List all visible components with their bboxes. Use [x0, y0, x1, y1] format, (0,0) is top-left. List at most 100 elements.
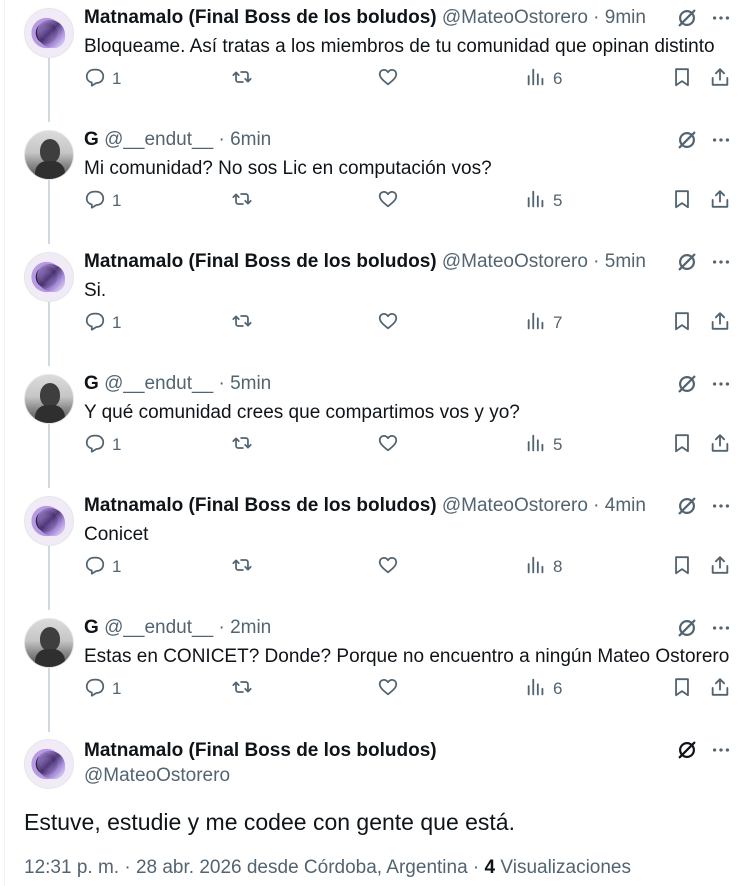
reply-icon [84, 432, 106, 459]
views-button[interactable]: 8 [525, 555, 562, 579]
grok-icon[interactable] [676, 739, 698, 761]
timestamp[interactable]: 9min [605, 7, 646, 28]
timestamp-and-location[interactable]: 12:31 p. m. · 28 abr. 2026 desde Córdoba… [24, 857, 485, 878]
timestamp[interactable]: 2min [230, 617, 271, 638]
focal-tweet[interactable]: Matnamalo (Final Boss de los boludos) @M… [0, 732, 752, 886]
avatar[interactable] [24, 739, 74, 789]
tweet-actions: 1 7 [84, 311, 736, 335]
retweet-button[interactable] [231, 555, 259, 579]
timestamp[interactable]: 4min [605, 495, 646, 516]
tweet[interactable]: Matnamalo (Final Boss de los boludos) @M… [0, 488, 752, 610]
reply-button[interactable]: 1 [84, 67, 121, 91]
author-name[interactable]: Matnamalo (Final Boss de los boludos) [84, 495, 437, 516]
retweet-button[interactable] [231, 189, 259, 213]
heart-icon [377, 554, 399, 581]
more-icon[interactable] [710, 739, 732, 761]
grok-icon[interactable] [676, 373, 698, 395]
views-button[interactable]: 6 [525, 677, 562, 701]
more-icon[interactable] [710, 251, 732, 273]
grok-icon[interactable] [676, 251, 698, 273]
like-button[interactable] [377, 67, 405, 91]
author-handle[interactable]: @MateoOstorero [84, 765, 230, 787]
separator: · [218, 617, 225, 638]
grok-icon[interactable] [676, 495, 698, 517]
bookmark-icon [671, 554, 693, 581]
reply-icon [84, 554, 106, 581]
more-icon[interactable] [710, 495, 732, 517]
share-button[interactable] [709, 189, 731, 213]
retweet-button[interactable] [231, 677, 259, 701]
bookmark-button[interactable] [671, 433, 693, 457]
bookmark-button[interactable] [671, 677, 693, 701]
author-name[interactable]: G [84, 373, 99, 394]
author-name[interactable]: G [84, 129, 99, 150]
author-handle[interactable]: @MateoOstorero [442, 7, 588, 28]
author-handle[interactable]: @MateoOstorero [442, 495, 588, 516]
like-button[interactable] [377, 433, 405, 457]
like-button[interactable] [377, 311, 405, 335]
reply-button[interactable]: 1 [84, 311, 121, 335]
author-name[interactable]: G [84, 617, 99, 638]
tweet[interactable]: G @__endut__ · 5min Y qué comunidad cree… [0, 366, 752, 488]
tweet[interactable]: Matnamalo (Final Boss de los boludos) @M… [0, 0, 752, 122]
reply-button[interactable]: 1 [84, 555, 121, 579]
author-handle[interactable]: @__endut__ [104, 617, 213, 638]
tweet-actions: 1 5 [84, 433, 736, 457]
avatar[interactable] [24, 252, 74, 302]
more-icon[interactable] [710, 617, 732, 639]
share-button[interactable] [709, 67, 731, 91]
retweet-button[interactable] [231, 311, 259, 335]
views-button[interactable]: 6 [525, 67, 562, 91]
bookmark-button[interactable] [671, 67, 693, 91]
retweet-button[interactable] [231, 433, 259, 457]
more-icon[interactable] [710, 129, 732, 151]
reply-button[interactable]: 1 [84, 433, 121, 457]
share-button[interactable] [709, 311, 731, 335]
more-icon[interactable] [710, 7, 732, 29]
author-handle[interactable]: @MateoOstorero [442, 251, 588, 272]
avatar[interactable] [24, 496, 74, 546]
views-button[interactable]: 5 [525, 189, 562, 213]
reply-button[interactable]: 1 [84, 677, 121, 701]
timestamp[interactable]: 5min [230, 373, 271, 394]
views-button[interactable]: 5 [525, 433, 562, 457]
bookmark-button[interactable] [671, 311, 693, 335]
share-button[interactable] [709, 555, 731, 579]
retweet-icon [231, 310, 253, 337]
author-handle[interactable]: @__endut__ [104, 373, 213, 394]
like-button[interactable] [377, 189, 405, 213]
share-button[interactable] [709, 433, 731, 457]
bookmark-button[interactable] [671, 189, 693, 213]
more-icon[interactable] [710, 373, 732, 395]
tweet[interactable]: G @__endut__ · 2min Estas en CONICET? Do… [0, 610, 752, 732]
grok-icon[interactable] [676, 129, 698, 151]
retweet-icon [231, 554, 253, 581]
avatar[interactable] [24, 374, 74, 424]
avatar[interactable] [24, 130, 74, 180]
views-button[interactable]: 7 [525, 311, 562, 335]
author-handle[interactable]: @__endut__ [104, 129, 213, 150]
reply-count: 1 [112, 557, 122, 576]
author-name[interactable]: Matnamalo (Final Boss de los boludos) [84, 740, 437, 762]
reply-count: 1 [112, 191, 122, 210]
tweet-text: Conicet [84, 524, 149, 545]
timestamp[interactable]: 6min [230, 129, 271, 150]
reply-button[interactable]: 1 [84, 189, 121, 213]
retweet-button[interactable] [231, 67, 259, 91]
grok-icon[interactable] [676, 617, 698, 639]
tweet[interactable]: Matnamalo (Final Boss de los boludos) @M… [0, 244, 752, 366]
bookmark-button[interactable] [671, 555, 693, 579]
tweet-actions: 1 8 [84, 555, 736, 579]
share-button[interactable] [709, 677, 731, 701]
author-name[interactable]: Matnamalo (Final Boss de los boludos) [84, 251, 437, 272]
grok-icon[interactable] [676, 7, 698, 29]
like-button[interactable] [377, 677, 405, 701]
heart-icon [377, 676, 399, 703]
timestamp[interactable]: 5min [605, 251, 646, 272]
author-name[interactable]: Matnamalo (Final Boss de los boludos) [84, 7, 437, 28]
avatar[interactable] [24, 618, 74, 668]
avatar[interactable] [24, 8, 74, 58]
views-count: 5 [553, 435, 563, 454]
like-button[interactable] [377, 555, 405, 579]
tweet[interactable]: G @__endut__ · 6min Mi comunidad? No sos… [0, 122, 752, 244]
